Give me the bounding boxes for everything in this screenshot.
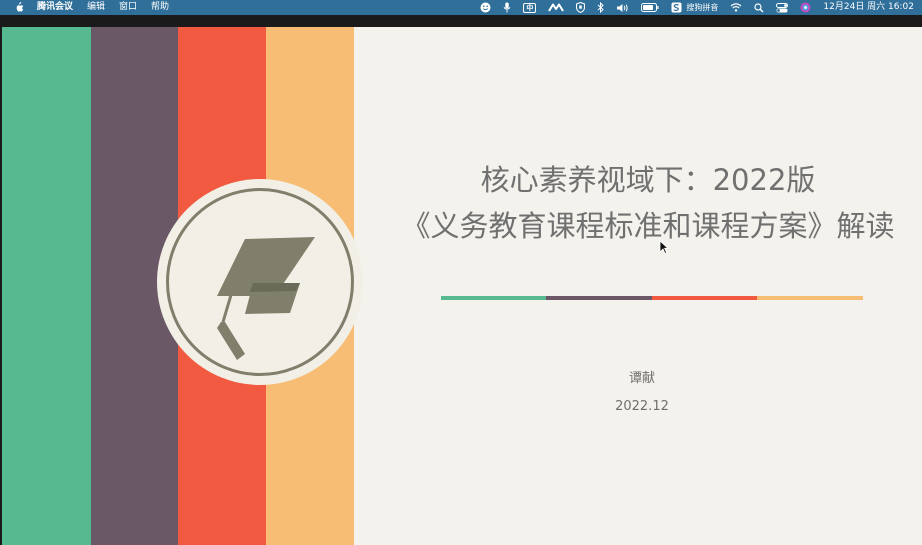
siri-icon[interactable] bbox=[800, 0, 811, 15]
menu-bar-right: 中 搜狗拼音 12月24日 周六 16:02 bbox=[468, 0, 922, 15]
menu-app-name[interactable]: 腾讯会议 bbox=[37, 0, 73, 15]
bluetooth-icon[interactable] bbox=[597, 0, 605, 15]
microphone-icon[interactable] bbox=[503, 0, 511, 15]
emoji-icon[interactable] bbox=[480, 0, 491, 15]
input-method-icon[interactable]: 中 bbox=[523, 0, 537, 15]
menu-bar: 腾讯会议 编辑 窗口 帮助 中 搜狗拼音 12月24日 周六 16:02 bbox=[0, 0, 922, 15]
slide-date: 2022.12 bbox=[615, 399, 669, 414]
shield-icon[interactable] bbox=[576, 0, 586, 15]
slide-author: 谭献 bbox=[628, 371, 655, 386]
menu-window[interactable]: 窗口 bbox=[119, 0, 137, 15]
slide-title-line2: 《义务教育课程标准和课程方案》解读 bbox=[401, 209, 895, 243]
menu-clock[interactable]: 12月24日 周六 16:02 bbox=[823, 0, 914, 15]
control-center-icon[interactable] bbox=[776, 0, 789, 15]
graduation-cap-icon bbox=[217, 237, 315, 360]
menu-edit[interactable]: 编辑 bbox=[87, 0, 105, 15]
apple-logo-icon[interactable] bbox=[14, 2, 24, 13]
rule-green-segment bbox=[441, 296, 546, 300]
mouse-pointer-icon bbox=[659, 240, 669, 254]
presentation-slide: 核心素养视域下：2022版 《义务教育课程标准和课程方案》解读 谭献 2022.… bbox=[2, 27, 922, 545]
volume-icon[interactable] bbox=[616, 0, 629, 15]
slide-title-line1: 核心素养视域下：2022版 bbox=[480, 163, 816, 197]
spotlight-icon[interactable] bbox=[754, 0, 764, 15]
graduation-emblem bbox=[157, 179, 363, 385]
input-method-label: 搜狗拼音 bbox=[686, 3, 719, 12]
menu-bar-left: 腾讯会议 编辑 窗口 帮助 bbox=[0, 0, 183, 15]
menu-help[interactable]: 帮助 bbox=[151, 0, 169, 15]
green-stripe bbox=[2, 27, 91, 545]
input-indicator: 中 bbox=[523, 2, 537, 13]
battery-icon[interactable] bbox=[641, 0, 659, 15]
meeting-icon[interactable] bbox=[548, 0, 565, 15]
rule-orange-segment bbox=[757, 296, 863, 300]
rule-red-segment bbox=[652, 296, 757, 300]
sogou-icon[interactable]: 搜狗拼音 bbox=[671, 0, 718, 15]
wifi-icon[interactable] bbox=[730, 0, 742, 15]
rule-plum-segment bbox=[546, 296, 652, 300]
